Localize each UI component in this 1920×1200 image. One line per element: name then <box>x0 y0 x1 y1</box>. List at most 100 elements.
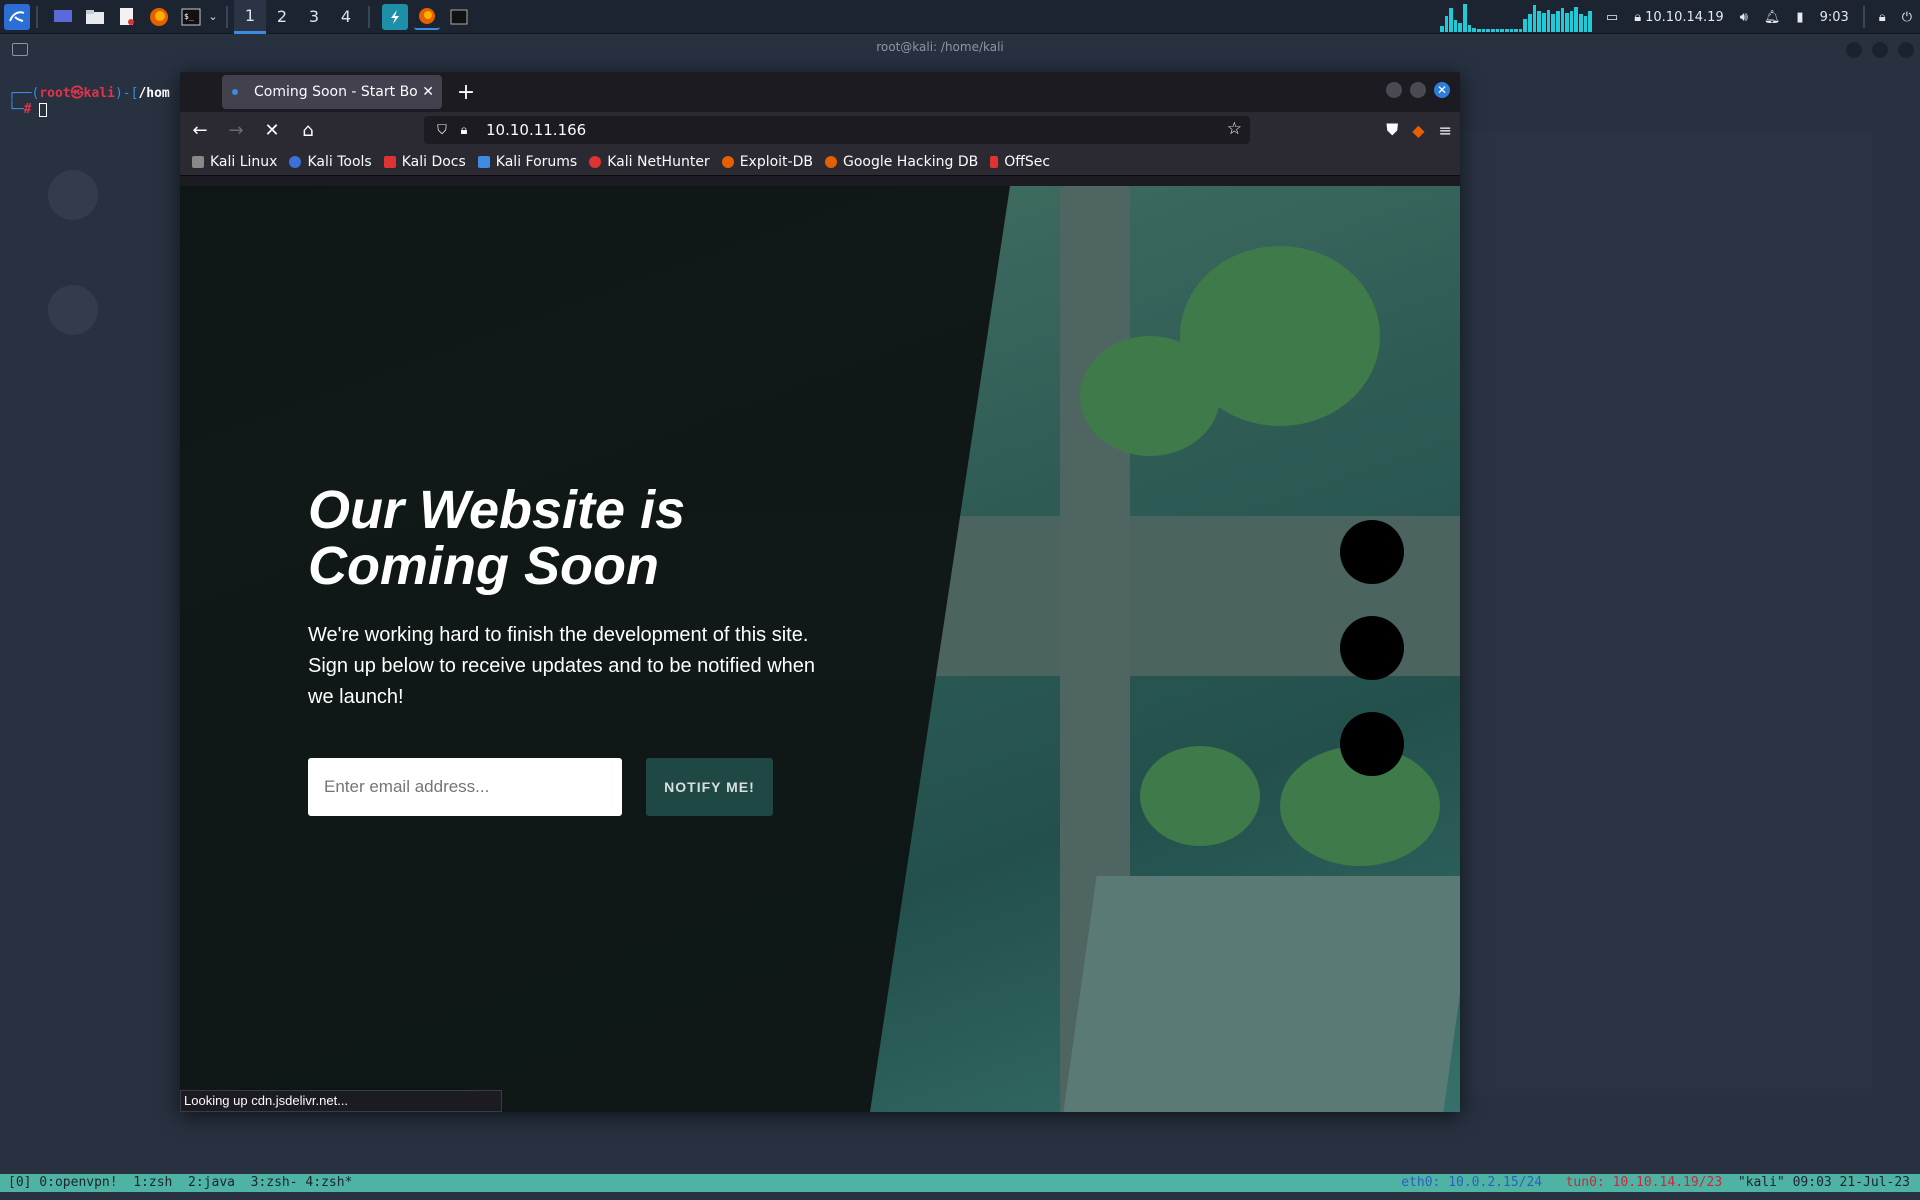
loading-icon <box>232 89 238 95</box>
maximize-button[interactable] <box>1410 82 1426 98</box>
tmux-status-right: eth0: 10.0.2.15/24 tun0: 10.10.14.19/23 … <box>1401 1174 1910 1192</box>
social-icon-2[interactable] <box>1340 616 1404 680</box>
social-icon-1[interactable] <box>1340 520 1404 584</box>
stop-button[interactable]: ✕ <box>256 115 288 145</box>
email-input[interactable] <box>308 758 622 816</box>
separator <box>36 5 38 28</box>
terminal-window-controls[interactable] <box>1846 42 1914 58</box>
vpn-ip: 🔒︎ 10.10.14.19 <box>1626 0 1732 34</box>
hamburger-menu-icon[interactable]: ≡ <box>1439 121 1452 140</box>
eth0-label: eth0: <box>1401 1175 1441 1190</box>
firefox-window-icon[interactable] <box>414 4 440 30</box>
extension-fox-icon[interactable]: ◆ <box>1412 121 1424 140</box>
prompt-path: /hom <box>138 86 170 101</box>
file-manager-icon[interactable] <box>82 4 108 30</box>
trees <box>1140 746 1260 846</box>
text-editor-icon[interactable] <box>114 4 140 30</box>
notification-icon[interactable]: 🔔︎ <box>1756 0 1789 34</box>
forward-button[interactable]: → <box>220 115 252 145</box>
kali-menu-icon[interactable] <box>4 3 30 30</box>
bookmark-label: Kali NetHunter <box>607 153 710 170</box>
page-heading: Our Website is Coming Soon <box>308 480 686 596</box>
page-description: We're working hard to finish the develop… <box>308 624 816 708</box>
bookmark-kali-docs[interactable]: Kali Docs <box>383 153 466 170</box>
hero-section: Our Website is Coming Soon We're working… <box>308 482 828 713</box>
ghdb-icon <box>824 155 837 168</box>
burp-icon[interactable] <box>382 3 408 30</box>
workspace-4[interactable]: 4 <box>330 0 362 34</box>
back-button[interactable]: ← <box>184 115 216 145</box>
display-icon[interactable]: ▭ <box>1598 0 1626 34</box>
kali-docs-icon <box>383 155 396 168</box>
bookmark-label: Kali Linux <box>210 153 278 170</box>
social-icon-3[interactable] <box>1340 712 1404 776</box>
url-bar[interactable]: ⛉ 🔒︎ 10.10.11.166 ☆ <box>424 116 1250 144</box>
bookmark-kali-linux[interactable]: Kali Linux <box>192 154 277 170</box>
terminal-window-icon[interactable] <box>446 4 472 30</box>
bookmark-star-icon[interactable]: ☆ <box>1227 119 1242 139</box>
terminal-prompt: ┌──(root㉿kali)-[/hom └─# <box>8 86 170 117</box>
bookmark-label: OffSec <box>1004 153 1051 170</box>
desktop-icon[interactable] <box>50 4 76 30</box>
bookmark-offsec[interactable]: OffSec <box>990 154 1050 170</box>
lock-screen-icon[interactable]: 🔒︎ <box>1871 0 1894 34</box>
svg-text:$_: $_ <box>184 12 194 21</box>
tun0-label: tun0: <box>1565 1175 1605 1190</box>
prompt-hash: # <box>23 102 32 117</box>
power-icon[interactable]: ⏻ <box>1894 0 1920 34</box>
terminal-icon[interactable]: $_ <box>178 4 204 30</box>
close-tab-icon[interactable]: ✕ <box>422 84 434 100</box>
firefox-icon[interactable] <box>146 4 172 30</box>
bookmark-kali-forums[interactable]: Kali Forums <box>477 154 577 170</box>
bookmark-kali-tools[interactable]: Kali Tools <box>289 153 372 170</box>
host-time: "kali" 09:03 21-Jul-23 <box>1737 1175 1910 1190</box>
bookmark-exploit-db[interactable]: Exploit-DB <box>721 153 813 170</box>
chevron-down-icon[interactable]: ⌄ <box>206 4 220 30</box>
close-window-button[interactable]: ✕ <box>1434 82 1450 98</box>
eth0-value: 10.0.2.15/24 <box>1448 1175 1543 1190</box>
bookmark-label: Google Hacking DB <box>842 153 979 170</box>
bookmark-google-hacking-db[interactable]: Google Hacking DB <box>824 153 979 170</box>
workspace-2[interactable]: 2 <box>266 0 298 34</box>
volume-icon[interactable]: 🔊︎ <box>1732 0 1756 34</box>
minimize-button[interactable] <box>1386 82 1402 98</box>
battery-icon[interactable]: ▮ <box>1788 0 1811 34</box>
bookmark-label: Kali Docs <box>401 153 466 170</box>
window-controls: ✕ <box>1386 82 1450 98</box>
page-viewport: Our Website is Coming Soon We're working… <box>180 186 1460 1112</box>
lock-icon[interactable]: 🔒︎ <box>454 123 474 138</box>
bookmark-label: Kali Tools <box>307 153 372 170</box>
building <box>1063 876 1460 1112</box>
exploit-db-icon <box>721 155 734 168</box>
bookmark-kali-nethunter[interactable]: Kali NetHunter <box>589 153 710 170</box>
home-desktop-icon[interactable] <box>48 285 98 335</box>
terminal-title: root@kali: /home/kali <box>876 40 1004 54</box>
separator <box>1862 6 1865 28</box>
bookmark-label: Exploit-DB <box>739 153 813 170</box>
signup-form: NOTIFY ME! <box>308 758 773 816</box>
kali-forums-icon <box>477 155 490 168</box>
shield-icon[interactable]: ⛉ <box>432 123 452 138</box>
tmux-status-bar: [0] 0:openvpn! 1:zsh 2:java 3:zsh- 4:zsh… <box>0 1174 1920 1192</box>
lock-icon: 🔒︎ <box>1634 9 1642 25</box>
tab-coming-soon[interactable]: Coming Soon - Start Boot ✕ <box>222 75 442 109</box>
kali-tools-icon <box>289 155 302 168</box>
system-tray: ▭ 🔒︎ 10.10.14.19 🔊︎ 🔔︎ ▮ 9:03 🔒︎ ⏻ <box>1439 0 1920 34</box>
pocket-icon[interactable]: ⛊ <box>1386 120 1398 140</box>
workspace-1[interactable]: 1 <box>234 0 266 34</box>
notify-button[interactable]: NOTIFY ME! <box>646 758 773 816</box>
workspace-3[interactable]: 3 <box>298 0 330 34</box>
prompt-user: root <box>39 86 71 101</box>
prompt-host: kali <box>83 86 115 101</box>
clock[interactable]: 9:03 <box>1812 0 1857 34</box>
home-button[interactable]: ⌂ <box>292 115 324 145</box>
new-tab-button[interactable]: + <box>454 80 478 105</box>
nethunter-icon <box>589 155 602 168</box>
tmux-windows[interactable]: [0] 0:openvpn! 1:zsh 2:java 3:zsh- 4:zsh… <box>0 1174 352 1192</box>
trees <box>1080 336 1220 456</box>
top-panel: $_ ⌄ 1 2 3 4 ▭ 🔒︎ 10.10.14.19 🔊︎ 🔔︎ ▮ 9:0… <box>0 0 1920 34</box>
separator <box>368 5 370 28</box>
url-text[interactable]: 10.10.11.166 <box>486 121 586 139</box>
prompt-at: ㉿ <box>70 86 84 101</box>
file-system-desktop-icon[interactable] <box>48 170 98 220</box>
